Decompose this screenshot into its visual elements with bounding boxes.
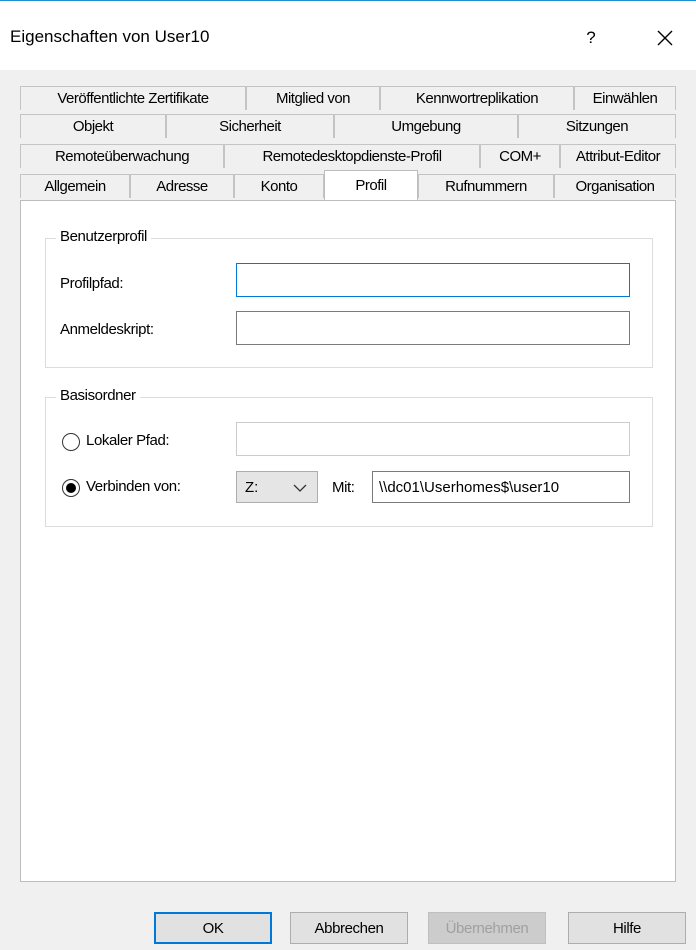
tab-organisation[interactable]: Organisation <box>554 174 676 198</box>
anmeldeskript-label: Anmeldeskript: <box>60 321 154 338</box>
benutzerprofil-legend: Benutzerprofil <box>56 228 151 245</box>
tab-objekt[interactable]: Objekt <box>20 114 166 138</box>
ok-button[interactable]: OK <box>154 912 272 944</box>
help-button[interactable]: Hilfe <box>568 912 686 944</box>
chevron-down-icon <box>293 484 307 492</box>
tab-adresse[interactable]: Adresse <box>130 174 234 198</box>
tab-attribut-editor[interactable]: Attribut-Editor <box>560 144 676 168</box>
basisordner-legend: Basisordner <box>56 387 140 404</box>
tab-allgemein[interactable]: Allgemein <box>20 174 130 198</box>
apply-button[interactable]: Übernehmen <box>428 912 546 944</box>
tab-profil[interactable]: Profil <box>324 170 418 200</box>
tab-sicherheit[interactable]: Sicherheit <box>166 114 334 138</box>
profilpfad-input[interactable] <box>236 263 630 297</box>
verbinden-von-label[interactable]: Verbinden von: <box>86 478 181 495</box>
lokaler-pfad-label[interactable]: Lokaler Pfad: <box>86 432 170 449</box>
profilpfad-label: Profilpfad: <box>60 275 124 292</box>
help-label: ? <box>586 28 596 47</box>
tab-umgebung[interactable]: Umgebung <box>334 114 518 138</box>
drive-letter-select[interactable]: Z: <box>236 471 318 503</box>
basisordner-group: Basisordner Lokaler Pfad: Verbinden von:… <box>45 387 653 527</box>
close-icon <box>657 30 673 46</box>
tab-kennwortreplikation[interactable]: Kennwortreplikation <box>380 86 574 110</box>
lokaler-pfad-input[interactable] <box>236 422 630 456</box>
benutzerprofil-group: Benutzerprofil Profilpfad: Anmeldeskript… <box>45 228 653 368</box>
window-title: Eigenschaften von User10 <box>10 27 210 46</box>
mit-label: Mit: <box>332 479 355 496</box>
tab-einwaehlen[interactable]: Einwählen <box>574 86 676 110</box>
tab-rufnummern[interactable]: Rufnummern <box>418 174 554 198</box>
tab-remoteueberwachung[interactable]: Remoteüberwachung <box>20 144 224 168</box>
tab-panel-profil: Benutzerprofil Profilpfad: Anmeldeskript… <box>20 200 676 882</box>
drive-letter-value: Z: <box>245 478 259 496</box>
help-title-button[interactable]: ? <box>573 20 609 56</box>
tab-sitzungen[interactable]: Sitzungen <box>518 114 676 138</box>
verbinden-von-radio[interactable] <box>62 479 80 497</box>
cancel-button[interactable]: Abbrechen <box>290 912 408 944</box>
radio-selected-dot <box>66 483 76 493</box>
tab-mitglied-von[interactable]: Mitglied von <box>246 86 380 110</box>
tab-veroeffentlichte-zertifikate[interactable]: Veröffentlichte Zertifikate <box>20 86 246 110</box>
lokaler-pfad-radio[interactable] <box>62 433 80 451</box>
close-button[interactable] <box>645 20 685 56</box>
tab-konto[interactable]: Konto <box>234 174 324 198</box>
tab-remotedesktopdienste-profil[interactable]: Remotedesktopdienste-Profil <box>224 144 480 168</box>
tab-com-plus[interactable]: COM+ <box>480 144 560 168</box>
anmeldeskript-input[interactable] <box>236 311 630 345</box>
mit-input[interactable] <box>372 471 630 503</box>
